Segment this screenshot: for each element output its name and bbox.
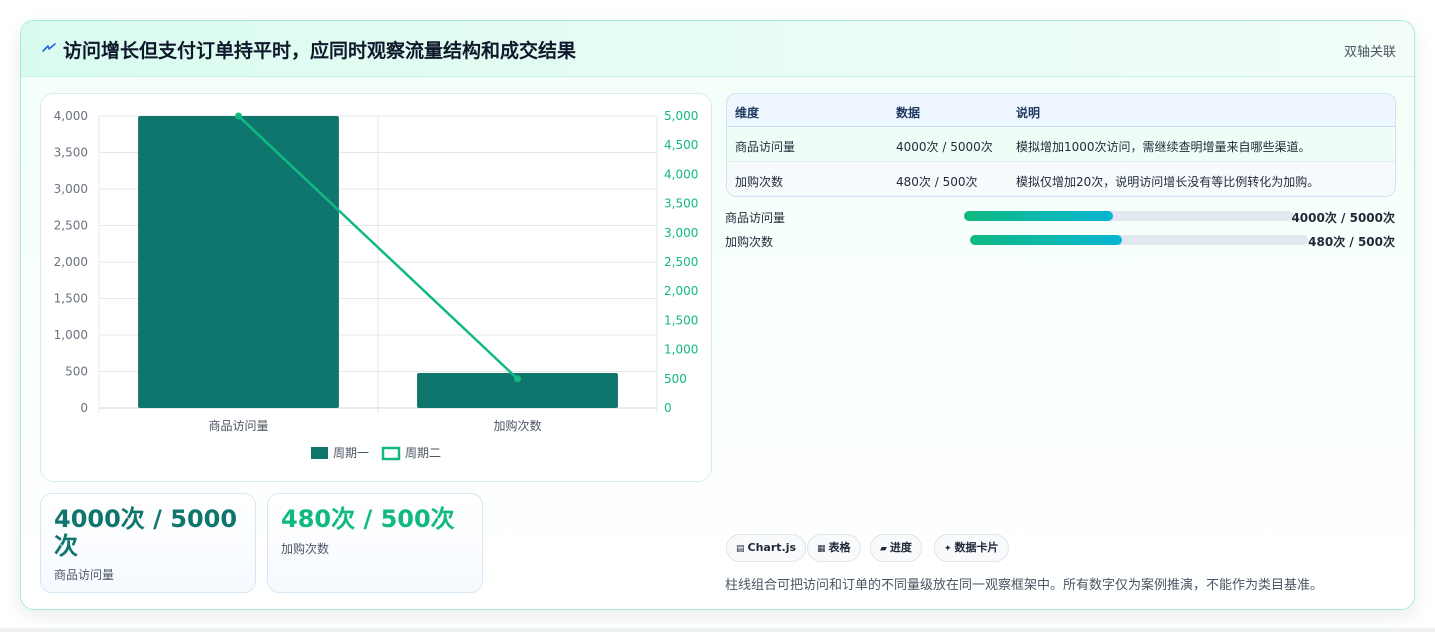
y-right-tick-label: 4,000 xyxy=(664,167,698,181)
chip-label: 数据卡片 xyxy=(954,541,999,554)
progress-label: 商品访问量 xyxy=(725,211,786,225)
table-header-cell: 维度 xyxy=(735,106,760,120)
kpi-label: 商品访问量 xyxy=(54,568,115,582)
chip-table[interactable]: ▦ 表格 xyxy=(807,534,861,562)
card-header: 访问增长但支付订单持平时，应同时观察流量结构和成交结果 双轴关联 xyxy=(21,21,1414,77)
y-left-tick-label: 2,000 xyxy=(54,255,88,269)
y-left-tick-label: 1,000 xyxy=(54,328,88,342)
insight-card: 访问增长但支付订单持平时，应同时观察流量结构和成交结果 双轴关联 0 500 1,0… xyxy=(20,20,1415,610)
x-tick-label: 商品访问量 xyxy=(208,418,268,433)
y-left-tick-label: 0 xyxy=(80,401,88,415)
y-left-tick-label: 1,500 xyxy=(54,292,88,306)
table-cell: 4000次 / 5000次 xyxy=(896,140,993,154)
progress-fill xyxy=(970,235,1123,245)
y-right-tick-label: 3,500 xyxy=(664,197,698,211)
legend-label: 周期一 xyxy=(333,446,369,460)
progress-track xyxy=(970,235,1308,245)
kpi-value: 480次 / 500次 xyxy=(281,505,455,533)
data-table: 维度 数据 说明 商品访问量 4000次 / 5000次 模拟增加1000次访问… xyxy=(726,93,1396,197)
y-right-tick-label: 5,000 xyxy=(664,109,698,123)
x-tick-label: 加购次数 xyxy=(493,418,541,433)
chip-label: 进度 xyxy=(889,541,912,554)
table-cell: 480次 / 500次 xyxy=(896,175,978,189)
progress-label: 加购次数 xyxy=(725,235,774,249)
kpi-label: 加购次数 xyxy=(281,542,330,556)
line-point-1 xyxy=(235,112,242,120)
chip-chartjs[interactable]: ▤ Chart.js xyxy=(726,534,807,562)
table-row: 商品访问量 4000次 / 5000次 模拟增加1000次访问，需继续查明增量来… xyxy=(727,127,1395,162)
kpi-value: 4000次 / 5000次 xyxy=(54,505,238,560)
progress-track xyxy=(964,211,1294,221)
table-row: 加购次数 480次 / 500次 模拟仅增加20次，说明访问增长没有等比例转化为… xyxy=(727,162,1395,196)
table-cell: 商品访问量 xyxy=(735,140,796,154)
y-right-tick-label: 1,500 xyxy=(664,313,698,327)
table-header-cell: 说明 xyxy=(1016,106,1041,120)
lightning-icon xyxy=(42,43,56,52)
y-right-tick-label: 500 xyxy=(664,372,687,386)
chip-label: Chart.js xyxy=(747,541,797,554)
footnote: 柱线组合可把访问和订单的不同量级放在同一观察框架中。所有数字仅为案例推演，不能作… xyxy=(725,578,1324,593)
y-left-tick-label: 2,500 xyxy=(54,219,88,233)
chip-progress[interactable]: ▰ 进度 xyxy=(870,534,922,562)
chart-icon: ▤ xyxy=(736,544,745,554)
card-title: 访问增长但支付订单持平时，应同时观察流量结构和成交结果 xyxy=(63,40,577,62)
page-bottom-divider xyxy=(0,628,1435,632)
chart-type-tag: 双轴关联 xyxy=(1343,45,1396,60)
y-right-tick-label: 2,500 xyxy=(664,255,698,269)
combo-chart: 0 500 1,000 1,500 2,000 2,500 3,000 3,500 4,000 0… xyxy=(40,93,712,482)
progress-fill xyxy=(964,211,1113,221)
legend-swatch-line xyxy=(381,446,401,461)
y-right-tick-label: 2,000 xyxy=(664,284,698,298)
table-cell: 模拟增加1000次访问，需继续查明增量来自哪些渠道。 xyxy=(1016,140,1311,154)
chip-data-card[interactable]: ✦ 数据卡片 xyxy=(934,534,1009,562)
progress-value: 480次 / 500次 xyxy=(1308,235,1395,249)
y-left-tick-label: 4,000 xyxy=(54,109,88,123)
chart-canvas: 0 500 1,000 1,500 2,000 2,500 3,000 3,500 4,000 0… xyxy=(54,109,698,461)
bar-1 xyxy=(138,116,339,408)
table-header-cell: 数据 xyxy=(896,106,921,120)
line-point-2 xyxy=(514,375,521,383)
legend-label: 周期二 xyxy=(405,446,441,460)
y-right-tick-label: 4,500 xyxy=(664,138,698,152)
y-left-tick-label: 3,000 xyxy=(54,182,88,196)
y-right-tick-label: 3,000 xyxy=(664,226,698,240)
y-right-tick-label: 1,000 xyxy=(664,343,698,357)
table-icon: ▦ xyxy=(817,544,826,554)
y-left-tick-label: 3,500 xyxy=(54,146,88,160)
legend-swatch-bar xyxy=(311,447,328,459)
progress-value: 4000次 / 5000次 xyxy=(1291,211,1395,225)
chip-label: 表格 xyxy=(828,541,851,554)
table-cell: 加购次数 xyxy=(735,175,784,189)
progress-icon: ▰ xyxy=(880,544,887,554)
sparkle-icon: ✦ xyxy=(944,544,952,554)
kpi-card-add-to-cart: 480次 / 500次 加购次数 xyxy=(267,493,483,593)
table-cell: 模拟仅增加20次，说明访问增长没有等比例转化为加购。 xyxy=(1016,175,1320,189)
kpi-card-visits: 4000次 / 5000次 商品访问量 xyxy=(40,493,256,593)
y-left-tick-label: 500 xyxy=(65,365,88,379)
y-right-tick-label: 0 xyxy=(664,401,672,415)
table-header-row: 维度 数据 说明 xyxy=(727,94,1395,127)
